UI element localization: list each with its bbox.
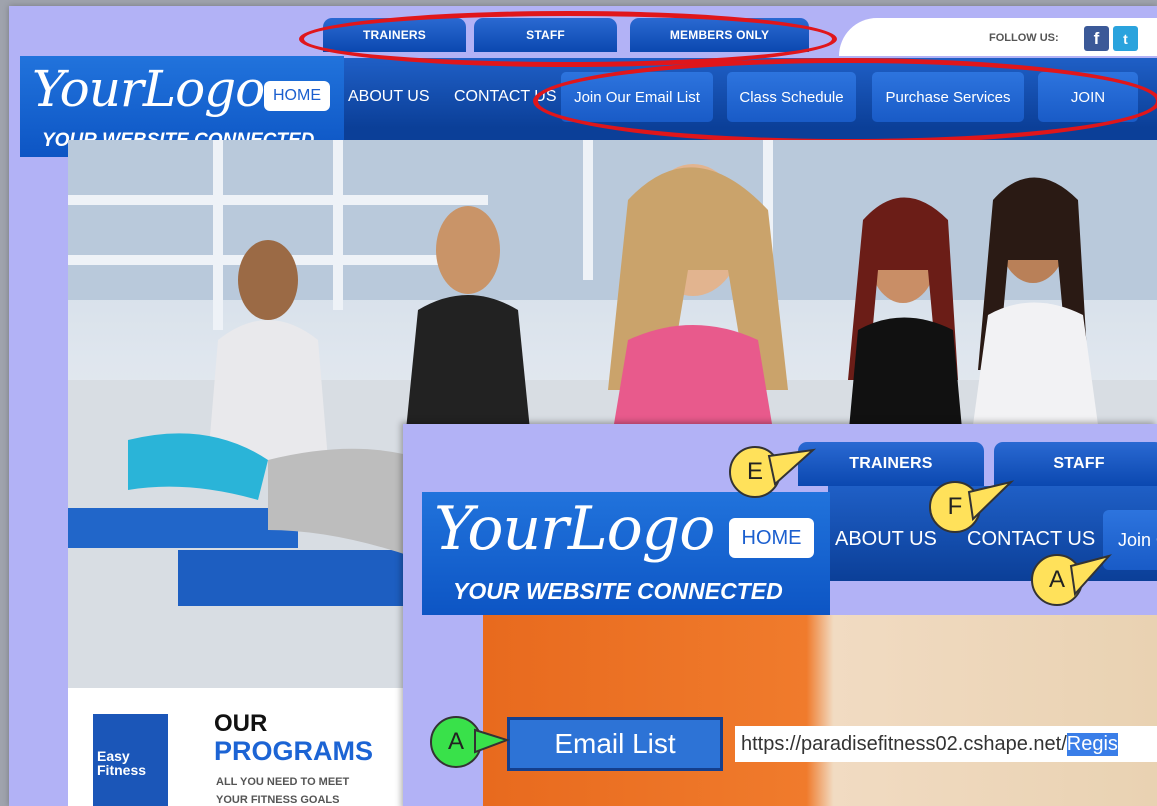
screenshot: TRAINERS STAFF MEMBERS ONLY FOLLOW US: f… (0, 0, 1157, 806)
callout-e-pointer (767, 448, 817, 486)
programs-line2: PROGRAMS (214, 736, 374, 766)
nav-purchase-services[interactable]: Purchase Services (872, 72, 1024, 122)
nav-join-email-list[interactable]: Join Our Email List (561, 72, 713, 122)
logo-text: YourLogo (32, 60, 265, 118)
easy-fitness-logo-icon: Easy Fitness (93, 714, 168, 806)
nav-home[interactable]: HOME (264, 81, 330, 111)
follow-us-bar: FOLLOW US: f t (839, 18, 1157, 56)
programs-card[interactable]: Easy Fitness OUR PROGRAMS ALL YOU NEED T… (68, 688, 408, 806)
facebook-icon[interactable]: f (1084, 26, 1109, 51)
programs-line1: OUR (214, 710, 268, 737)
callout-a-nav-pointer (1069, 554, 1112, 597)
follow-us-label: FOLLOW US: (989, 32, 1059, 44)
callout-a-email-pointer (474, 728, 511, 754)
twitter-icon[interactable]: t (1113, 26, 1138, 51)
programs-sub1: ALL YOU NEED TO MEET (216, 776, 350, 788)
website-frame: TRAINERS STAFF MEMBERS ONLY FOLLOW US: f… (9, 6, 1157, 806)
tab-members-only[interactable]: MEMBERS ONLY (630, 18, 809, 52)
zoom-inset: TRAINERS STAFF YourLogo YOUR WEBSITE CON… (403, 424, 1157, 806)
nav-class-schedule[interactable]: Class Schedule (727, 72, 856, 122)
callout-f-pointer (967, 480, 1015, 522)
nav-about-us[interactable]: ABOUT US (348, 88, 430, 106)
tab-trainers[interactable]: TRAINERS (323, 18, 466, 52)
easy-fitness-brand: Easy Fitness (97, 748, 147, 778)
callout-pointers (474, 448, 1112, 754)
nav-join[interactable]: JOIN (1038, 72, 1138, 122)
nav-contact-us[interactable]: CONTACT US (454, 88, 557, 106)
tab-staff[interactable]: STAFF (474, 18, 617, 52)
programs-sub2: YOUR FITNESS GOALS (216, 794, 340, 806)
